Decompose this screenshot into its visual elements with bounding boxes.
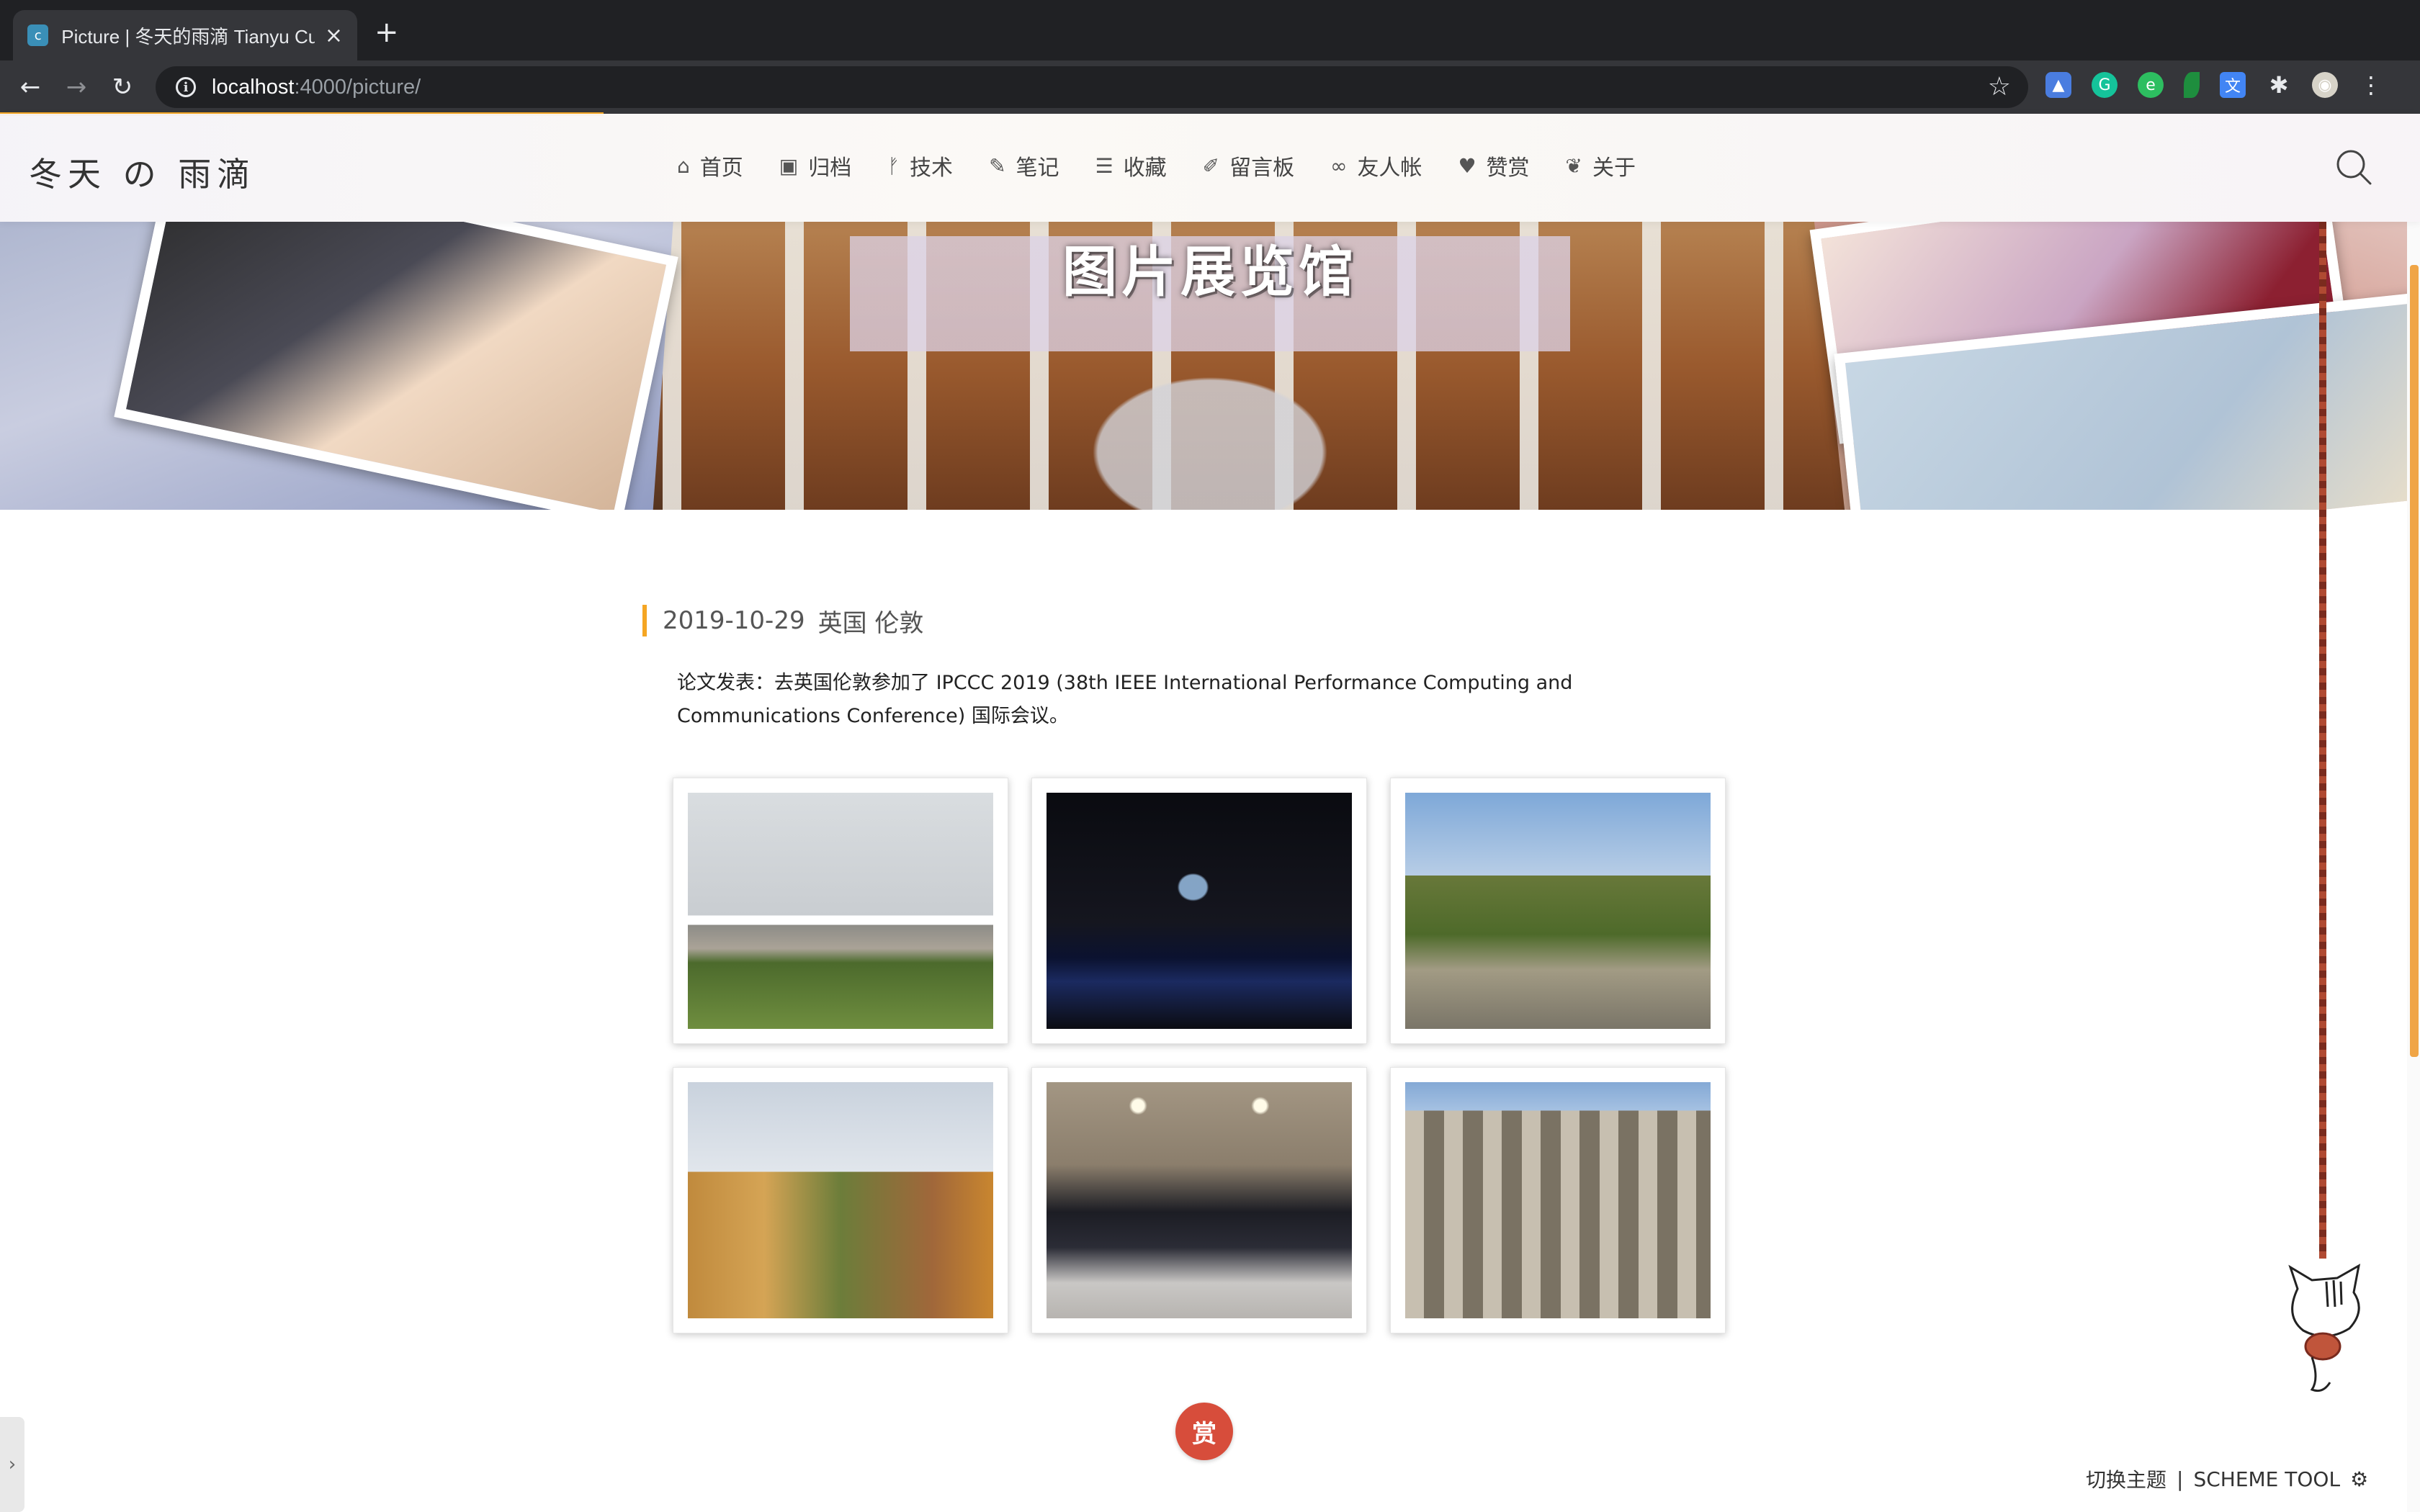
address-bar[interactable]: i localhost:4000/picture/ ☆	[156, 66, 2028, 108]
nav-item-archive[interactable]: ▣ 归档	[779, 150, 851, 181]
gallery-photo-garden-building[interactable]	[1390, 778, 1726, 1044]
brush-icon: ✎	[989, 153, 1006, 178]
back-to-top-rope	[2319, 222, 2326, 1259]
nav-item-favorites[interactable]: ☰ 收藏	[1095, 150, 1167, 181]
gallery-photo-horse-guard[interactable]	[673, 1067, 1008, 1333]
browser-tab-bar: c Picture | 冬天的雨滴 Tianyu Cui × +	[0, 0, 2420, 60]
banner-title: 图片展览馆	[1062, 240, 1358, 304]
gallery-photo-buckingham-palace[interactable]	[673, 778, 1008, 1044]
heart-icon: ♥	[1458, 153, 1476, 178]
archive-icon: ▣	[779, 153, 799, 178]
nav-item-notes[interactable]: ✎ 笔记	[989, 150, 1059, 181]
url-path: :4000/picture/	[294, 75, 421, 99]
page-banner: 图片展览馆	[0, 222, 2420, 510]
photo-image	[1047, 793, 1352, 1029]
photo-image	[688, 793, 993, 1029]
edit-icon: ✐	[1202, 153, 1220, 178]
nav-label: 赞赏	[1486, 156, 1530, 181]
gallery-photo-tower-bridge[interactable]	[1031, 778, 1367, 1044]
site-logo[interactable]: 冬天 の 雨滴	[29, 148, 256, 196]
post-description: 论文发表：去英国伦敦参加了 IPCCC 2019 (38th IEEE Inte…	[677, 672, 1573, 727]
extensions-area: ▲ G e 文 ✱ ◉ ⋮	[2045, 71, 2384, 99]
leaf-extension-icon[interactable]	[2184, 72, 2200, 98]
grammarly-icon[interactable]: G	[2092, 72, 2118, 98]
nav-label: 首页	[699, 156, 743, 181]
scrollbar-thumb[interactable]	[2410, 265, 2419, 1057]
photo-image	[1405, 793, 1711, 1029]
forward-icon[interactable]: →	[53, 73, 99, 102]
link-icon: ∞	[1330, 153, 1348, 178]
new-tab-icon[interactable]: +	[375, 16, 399, 49]
photo-image	[1047, 1082, 1352, 1318]
translate-icon[interactable]: 文	[2220, 72, 2246, 98]
photo-gallery	[673, 778, 1729, 1333]
site-header: 冬天 の 雨滴 ⌂ 首页 ▣ 归档 ᚠ 技术 ✎ 笔记 ☰ 收藏 ✐ 留言板 ∞ 友人帐 ♥ 赞…	[0, 114, 2420, 222]
browser-tab[interactable]: c Picture | 冬天的雨滴 Tianyu Cui ×	[13, 10, 357, 60]
search-icon[interactable]	[2335, 148, 2372, 186]
gallery-photo-conference-room[interactable]	[1031, 1067, 1367, 1333]
site-info-icon[interactable]: i	[176, 77, 196, 97]
nav-item-friends[interactable]: ∞ 友人帐	[1330, 150, 1422, 181]
back-to-top-cat-icon[interactable]	[2269, 1253, 2377, 1397]
nav-item-donate[interactable]: ♥ 赞赏	[1458, 150, 1529, 181]
extensions-puzzle-icon[interactable]: ✱	[2266, 71, 2292, 99]
close-tab-icon[interactable]: ×	[325, 23, 343, 48]
nav-label: 归档	[808, 156, 852, 181]
photo-image	[1405, 1082, 1711, 1318]
evernote-icon[interactable]: e	[2138, 72, 2164, 98]
post-location: 英国 伦敦	[817, 608, 924, 638]
nav-item-tech[interactable]: ᚠ 技术	[887, 150, 953, 181]
reload-icon[interactable]: ↻	[99, 73, 145, 102]
code-branch-icon: ᚠ	[887, 153, 900, 178]
theme-switcher[interactable]: 切换主题 | SCHEME TOOL ⚙	[2086, 1464, 2368, 1493]
gallery-photo-british-museum[interactable]	[1390, 1067, 1726, 1333]
back-icon[interactable]: ←	[7, 73, 53, 102]
list-icon: ☰	[1095, 153, 1113, 178]
nav-label: 留言板	[1229, 156, 1295, 181]
sidebar-toggle-chevron-icon[interactable]: ›	[0, 1417, 24, 1512]
browser-menu-icon[interactable]: ⋮	[2358, 71, 2384, 99]
nav-label: 关于	[1592, 156, 1636, 181]
profile-avatar[interactable]: ◉	[2312, 72, 2338, 98]
reward-button[interactable]: 赏	[1175, 1403, 1233, 1460]
post-date-heading: 2019-10-29 英国 伦敦	[642, 605, 924, 638]
theme-switch-separator: |	[2177, 1467, 2184, 1491]
nav-label: 技术	[910, 156, 954, 181]
nav-item-guestbook[interactable]: ✐ 留言板	[1203, 150, 1294, 181]
site-favicon-icon: c	[27, 24, 49, 46]
gear-icon[interactable]: ⚙	[2350, 1467, 2368, 1491]
bookmark-star-icon[interactable]: ☆	[1988, 72, 2011, 102]
post-date: 2019-10-29	[663, 606, 805, 635]
nav-label: 笔记	[1016, 156, 1059, 181]
url-text: localhost:4000/picture/	[212, 76, 421, 99]
site-nav: ⌂ 首页 ▣ 归档 ᚠ 技术 ✎ 笔记 ☰ 收藏 ✐ 留言板 ∞ 友人帐 ♥ 赞赏 ❦ 关于	[677, 150, 1636, 181]
theme-switch-label: 切换主题	[2086, 1468, 2167, 1492]
photo-image	[688, 1082, 993, 1318]
nav-label: 收藏	[1123, 156, 1167, 181]
browser-toolbar: ← → ↻ i localhost:4000/picture/ ☆ ▲ G e …	[0, 60, 2420, 114]
url-host: localhost	[212, 75, 295, 99]
nav-item-home[interactable]: ⌂ 首页	[677, 150, 743, 181]
scheme-tool-label: SCHEME TOOL	[2193, 1467, 2341, 1491]
home-icon: ⌂	[677, 153, 690, 178]
extension-cap-icon[interactable]: ▲	[2045, 72, 2071, 98]
tab-title: Picture | 冬天的雨滴 Tianyu Cui	[61, 25, 315, 48]
nav-label: 友人帐	[1357, 156, 1422, 181]
nav-item-about[interactable]: ❦ 关于	[1566, 150, 1636, 181]
leaf-icon: ❦	[1565, 153, 1583, 178]
